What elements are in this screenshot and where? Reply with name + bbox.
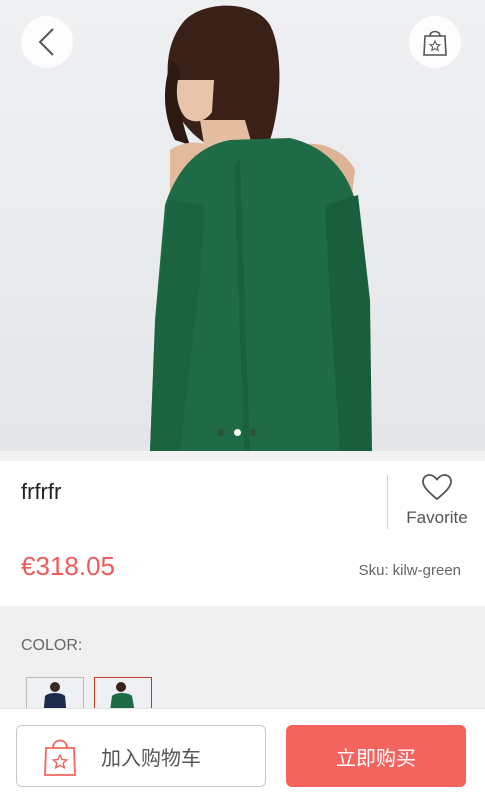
product-title: frfrfr — [21, 479, 62, 504]
carousel-dot[interactable] — [218, 429, 225, 436]
shopping-bag-button[interactable] — [409, 16, 461, 68]
product-photo — [150, 5, 372, 451]
carousel-dot-active[interactable] — [234, 429, 241, 436]
favorite-button[interactable]: Favorite — [395, 473, 479, 528]
sku-label: Sku: — [358, 562, 389, 579]
divider — [387, 475, 388, 529]
buy-now-button[interactable]: 立即购买 — [286, 725, 466, 787]
favorite-label: Favorite — [406, 508, 468, 527]
product-info: frfrfr Favorite €318.05 Sku: kilw-green — [0, 461, 485, 606]
shopping-bag-icon — [44, 739, 76, 776]
shopping-bag-icon — [423, 30, 447, 56]
product-price: €318.05 — [21, 551, 115, 581]
sku: Sku: kilw-green — [359, 562, 461, 579]
heart-icon — [422, 474, 452, 501]
add-to-cart-button[interactable]: 加入购物车 — [16, 725, 266, 787]
bottom-action-bar: 加入购物车 立即购买 — [0, 708, 485, 796]
back-button[interactable] — [21, 16, 73, 68]
carousel-indicators — [218, 429, 257, 436]
color-label: COLOR: — [21, 637, 83, 654]
sku-value: kilw-green — [392, 562, 461, 579]
add-to-cart-label: 加入购物车 — [101, 747, 201, 770]
product-image[interactable] — [0, 0, 485, 451]
color-selector: COLOR: — [0, 606, 485, 719]
buy-now-label: 立即购买 — [336, 747, 416, 770]
chevron-left-icon — [38, 28, 54, 56]
carousel-dot[interactable] — [250, 429, 257, 436]
